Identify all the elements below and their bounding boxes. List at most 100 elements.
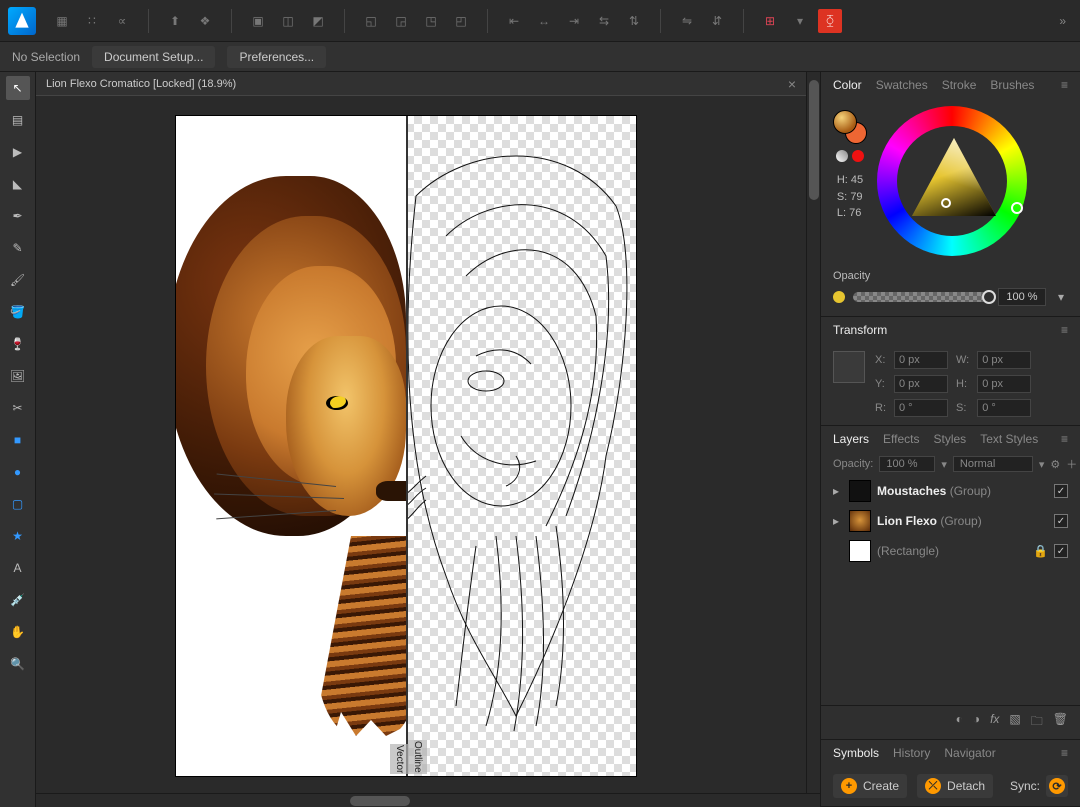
select-same-icon[interactable]: ◫ [276,9,300,33]
artboard-tool-icon[interactable]: ▤ [6,108,30,132]
opacity-dropdown-icon[interactable]: ▾ [1054,290,1068,304]
blend-mode-dd-icon[interactable]: ▾ [1039,458,1045,471]
visibility-checkbox[interactable]: ✓ [1054,484,1068,498]
eyedropper-tool-icon[interactable]: 💉 [6,588,30,612]
recent-color-icon[interactable] [852,150,864,162]
transparency-tool-icon[interactable]: 🍷 [6,332,30,356]
artistic-text-tool-icon[interactable]: A [6,556,30,580]
place-image-tool-icon[interactable]: 🖼 [6,364,30,388]
transform-h-input[interactable] [977,375,1031,393]
layer-row[interactable]: ▸ Lion Flexo (Group) ✓ [821,506,1080,536]
panel-menu-icon[interactable]: ≡ [1061,432,1068,446]
layer-add-icon[interactable]: ＋ [1066,456,1077,472]
fill-tool-icon[interactable]: 🪣 [6,300,30,324]
rectangle-tool-icon[interactable]: ■ [6,428,30,452]
visibility-checkbox[interactable]: ✓ [1054,544,1068,558]
pencil-tool-icon[interactable]: ✎ [6,236,30,260]
layer-opacity-value[interactable]: 100 % [879,456,935,472]
detach-symbol-button[interactable]: ⤫ Detach [917,774,993,798]
tab-color[interactable]: Color [833,78,862,92]
rounded-rect-tool-icon[interactable]: ▢ [6,492,30,516]
layer-opacity-dd-icon[interactable]: ▾ [941,458,947,471]
vertical-scrollbar[interactable] [806,72,820,807]
transform-anchor-icon[interactable] [833,351,865,383]
layer-up-icon[interactable]: ⬆ [163,9,187,33]
eyedropper-icon[interactable] [836,150,848,162]
panel-menu-icon[interactable]: ≡ [1061,323,1068,337]
transform-r-input[interactable] [894,399,948,417]
persona-export-icon[interactable]: ∝ [110,9,134,33]
mask-icon[interactable]: ◐ [956,712,963,733]
layer-settings-icon[interactable]: ⚙ [1050,458,1060,471]
zoom-tool-icon[interactable]: 🔍 [6,652,30,676]
flip-h-icon[interactable]: ⇋ [675,9,699,33]
snap-grid-icon[interactable]: ⊞ [758,9,782,33]
assets-icon[interactable]: ❖ [193,9,217,33]
transform-y-input[interactable] [894,375,948,393]
arrange-front-icon[interactable]: ◰ [449,9,473,33]
hue-handle[interactable] [1011,202,1023,214]
canvas[interactable]: Vector Outline [36,96,806,807]
expand-icon[interactable]: ▸ [833,514,843,528]
tab-brushes[interactable]: Brushes [990,78,1034,92]
visibility-checkbox[interactable]: ✓ [1054,514,1068,528]
sync-toggle-button[interactable]: ⟳ [1046,775,1068,797]
node-tool-icon[interactable]: ▶ [6,140,30,164]
transform-w-input[interactable] [977,351,1031,369]
close-tab-icon[interactable]: × [788,76,796,92]
ellipse-tool-icon[interactable]: ● [6,460,30,484]
align-center-icon[interactable]: ↔ [532,9,556,33]
toolbar-overflow-icon[interactable]: » [1053,14,1072,28]
transform-x-input[interactable] [894,351,948,369]
tab-navigator[interactable]: Navigator [944,746,995,760]
persona-pixel-icon[interactable]: ∷ [80,9,104,33]
brush-tool-icon[interactable]: 🖌 [6,268,30,292]
expand-icon[interactable]: ▸ [833,484,843,498]
fill-stroke-swatch[interactable] [833,110,867,144]
layer-row[interactable]: (Rectangle) 🔒 ✓ [821,536,1080,566]
crop-tool-icon[interactable]: ✂ [6,396,30,420]
panel-menu-icon[interactable]: ≡ [1061,78,1068,92]
arrange-back-icon[interactable]: ◱ [359,9,383,33]
flip-v-icon[interactable]: ⇵ [705,9,729,33]
distribute-h-icon[interactable]: ⇆ [592,9,616,33]
color-wheel[interactable] [877,106,1027,256]
horizontal-scrollbar[interactable] [36,793,820,807]
panel-menu-icon[interactable]: ≡ [1061,746,1068,760]
distribute-v-icon[interactable]: ⇅ [622,9,646,33]
arrange-forward-icon[interactable]: ◳ [419,9,443,33]
transform-s-input[interactable] [977,399,1031,417]
tab-effects[interactable]: Effects [883,432,919,446]
tab-stroke[interactable]: Stroke [942,78,977,92]
app-icon[interactable] [8,7,36,35]
tab-swatches[interactable]: Swatches [876,78,928,92]
tab-transform[interactable]: Transform [833,323,887,337]
document-tab[interactable]: Lion Flexo Cromatico [Locked] (18.9%) × [36,72,806,96]
snap-options-icon[interactable]: ▾ [788,9,812,33]
tab-history[interactable]: History [893,746,930,760]
align-right-icon[interactable]: ⇥ [562,9,586,33]
select-invert-icon[interactable]: ◩ [306,9,330,33]
adjustment-icon[interactable]: ◑ [973,712,980,733]
move-tool-icon[interactable]: ↖ [6,76,30,100]
lock-icon[interactable]: 🔒 [1033,544,1048,558]
arrange-backward-icon[interactable]: ◲ [389,9,413,33]
select-all-icon[interactable]: ▣ [246,9,270,33]
pen-tool-icon[interactable]: ✒ [6,204,30,228]
snapping-toggle-icon[interactable]: ⧲ [818,9,842,33]
delete-layer-icon[interactable]: 🗑 [1053,712,1068,733]
persona-vector-icon[interactable]: ▦ [50,9,74,33]
pan-tool-icon[interactable]: ✋ [6,620,30,644]
new-group-icon[interactable]: 🗀 [1031,712,1043,733]
fx-icon[interactable]: fx [990,712,999,733]
sat-lum-handle[interactable] [941,198,951,208]
corner-tool-icon[interactable]: ◣ [6,172,30,196]
preferences-button[interactable]: Preferences... [227,46,326,68]
new-pixel-layer-icon[interactable]: ▧ [1009,712,1020,733]
tab-styles[interactable]: Styles [934,432,967,446]
document-setup-button[interactable]: Document Setup... [92,46,215,68]
tab-layers[interactable]: Layers [833,432,869,446]
opacity-value[interactable]: 100 % [998,288,1046,306]
layer-row[interactable]: ▸ Moustaches (Group) ✓ [821,476,1080,506]
blend-mode-select[interactable]: Normal [953,456,1033,472]
